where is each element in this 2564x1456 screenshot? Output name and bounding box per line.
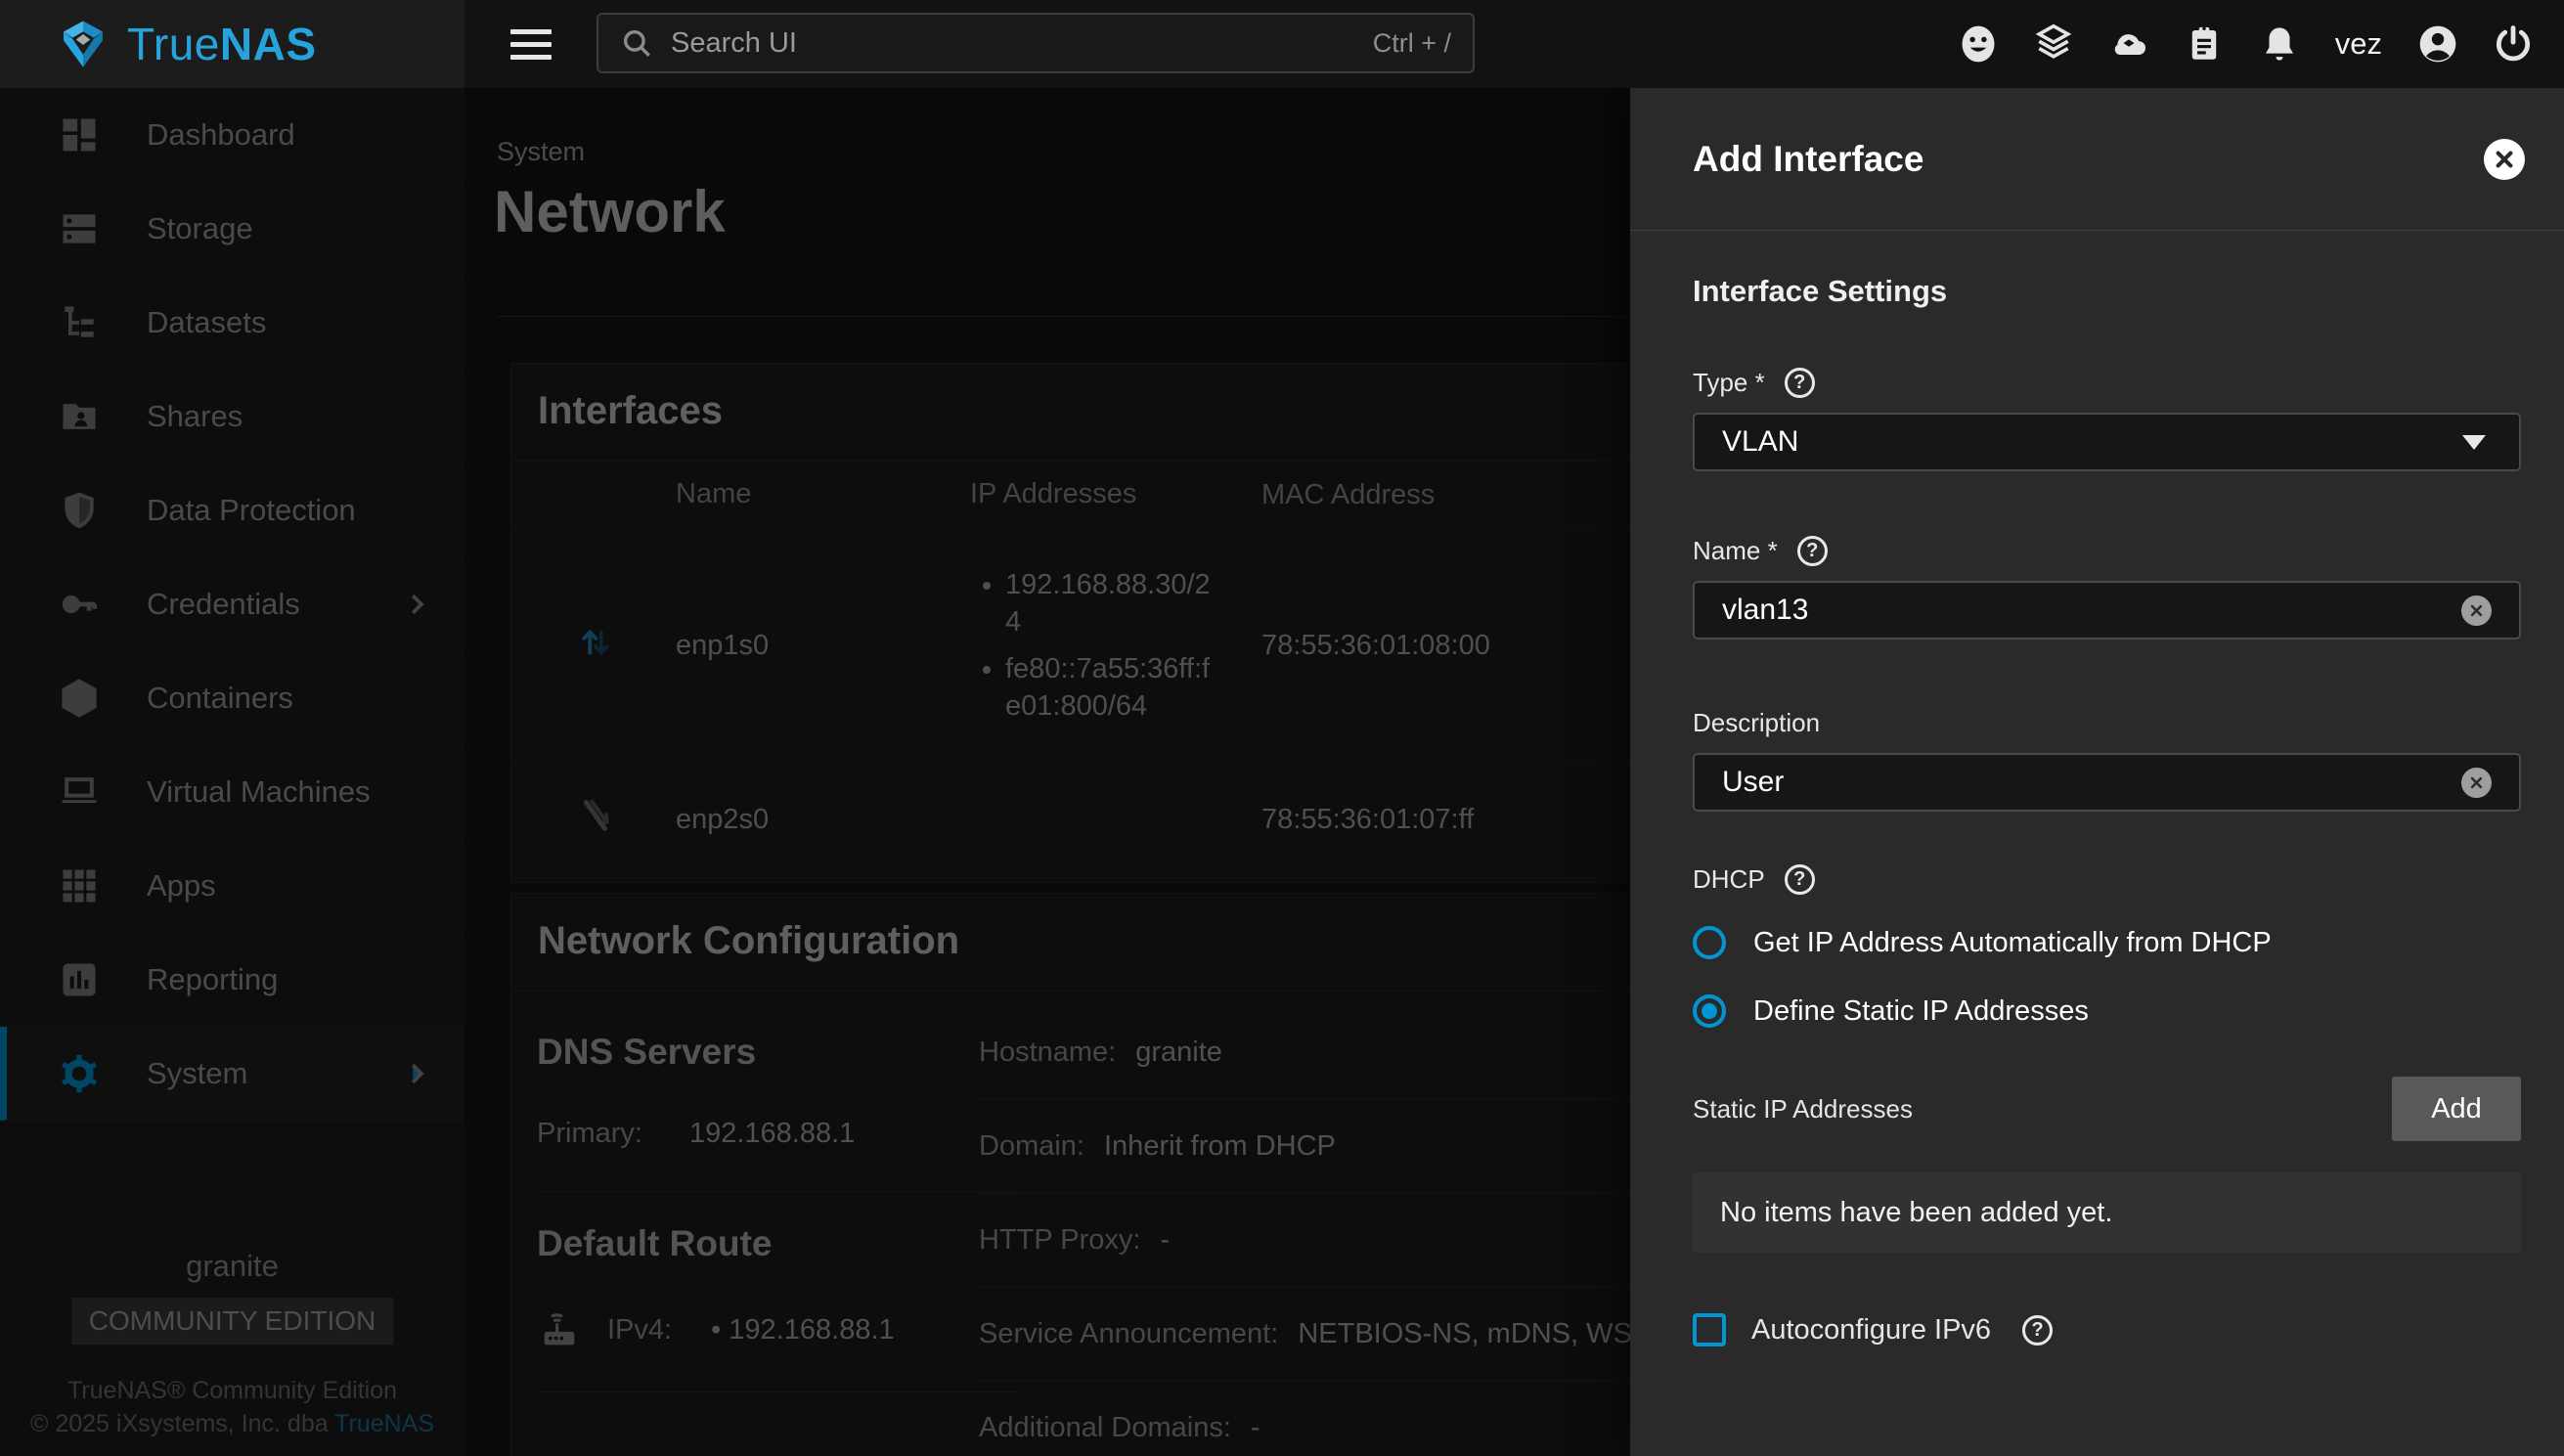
radio-icon [1693,926,1726,959]
help-icon[interactable]: ? [2022,1315,2053,1346]
clear-icon[interactable] [2461,768,2492,798]
global-search: Ctrl + / [597,13,1475,73]
type-select-value: VLAN [1722,425,2462,459]
logo[interactable]: TrueNAS [0,0,464,88]
name-field [1693,581,2521,640]
radio-dhcp-auto[interactable]: Get IP Address Automatically from DHCP [1693,926,2521,959]
radio-label: Get IP Address Automatically from DHCP [1753,927,2272,959]
add-static-ip-button[interactable]: Add [2392,1077,2521,1141]
static-ip-label: Static IP Addresses [1693,1094,1913,1125]
autoconfigure-ipv6-label: Autoconfigure IPv6 [1751,1314,1991,1346]
name-input[interactable] [1722,594,2461,627]
truenas-logo-icon [55,16,111,72]
interface-settings-heading: Interface Settings [1693,274,2521,309]
panel-body: Interface Settings Type * ? VLAN Name * … [1630,274,2564,1346]
clear-icon[interactable] [2461,596,2492,626]
chevron-down-icon [2462,435,2486,450]
feedback-icon[interactable] [1957,22,2000,66]
user-avatar-icon[interactable] [2416,22,2459,66]
panel-title: Add Interface [1693,139,1923,180]
static-ip-section: Static IP Addresses Add [1693,1077,2521,1141]
radio-label: Define Static IP Addresses [1753,995,2089,1028]
name-field-label: Name * ? [1693,536,2521,566]
logo-text: TrueNAS [127,18,317,70]
add-interface-panel: Add Interface Interface Settings Type * … [1630,88,2564,1456]
topbar: TrueNAS Ctrl + / [0,0,2564,88]
truenas-app: TrueNAS Ctrl + / [0,0,2564,1456]
search-shortcut: Ctrl + / [1373,28,1451,59]
search-icon [620,26,653,60]
description-input[interactable] [1722,766,2461,799]
help-icon[interactable]: ? [1785,368,1815,398]
help-icon[interactable]: ? [1797,536,1828,566]
dhcp-field-label: DHCP ? [1693,864,2521,895]
search-input[interactable] [669,26,1357,61]
truenas-connect-icon[interactable] [2107,22,2150,66]
close-icon[interactable] [2484,139,2525,180]
panel-header: Add Interface [1630,88,2564,231]
type-select[interactable]: VLAN [1693,413,2521,471]
truecommand-icon[interactable] [2032,22,2075,66]
static-ip-empty-message: No items have been added yet. [1693,1172,2521,1253]
checkbox-icon[interactable] [1693,1313,1726,1346]
topbar-icons: vez [1957,0,2535,88]
alerts-bell-icon[interactable] [2258,22,2301,66]
description-field [1693,753,2521,812]
description-field-label: Description [1693,708,2521,738]
username-label: vez [2335,26,2382,62]
type-field-label: Type * ? [1693,368,2521,398]
menu-toggle-icon[interactable] [510,24,552,64]
jobs-icon[interactable] [2183,22,2226,66]
help-icon[interactable]: ? [1785,864,1815,895]
power-icon[interactable] [2492,22,2535,66]
radio-checked-icon [1693,994,1726,1028]
autoconfigure-ipv6-row: Autoconfigure IPv6 ? [1693,1313,2521,1346]
radio-static-ip[interactable]: Define Static IP Addresses [1693,994,2521,1028]
